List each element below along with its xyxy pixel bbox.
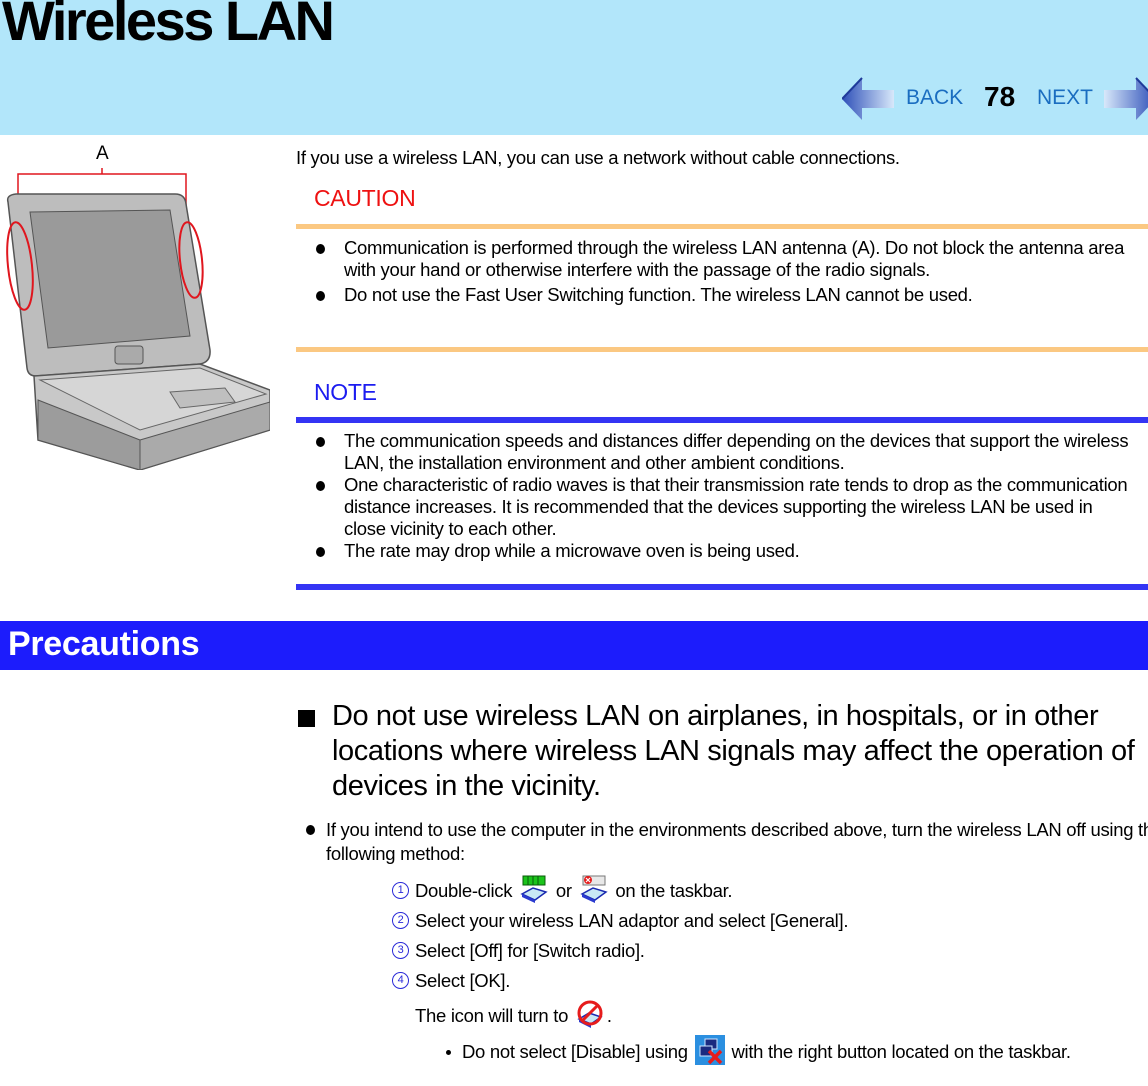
bullet-icon (306, 825, 315, 835)
precautions-section-header: Precautions (0, 621, 1148, 670)
wireless-off-icon (577, 1000, 603, 1029)
step-item: 4 Select [OK]. (392, 966, 1132, 996)
note-item: The rate may drop while a microwave oven… (314, 540, 1134, 562)
page-header: Wireless LAN BACK 78 NEXT (0, 0, 1148, 135)
caution-title: CAUTION (314, 185, 416, 211)
back-link[interactable]: BACK (906, 86, 963, 110)
steps-list: 1 Double-click or on the taskbar. 2 Sele… (392, 875, 1132, 996)
square-bullet-icon (298, 710, 315, 727)
intro-text: If you use a wireless LAN, you can use a… (296, 147, 900, 168)
caution-item: Communication is performed through the w… (314, 237, 1134, 281)
note-list: The communication speeds and distances d… (314, 430, 1134, 562)
left-arrow-icon[interactable] (842, 76, 894, 122)
step-item: 3 Select [Off] for [Switch radio]. (392, 936, 1132, 966)
note-top-rule (296, 417, 1148, 423)
step-number-icon: 4 (392, 972, 409, 989)
right-arrow-icon[interactable] (1104, 76, 1148, 122)
step-number-icon: 3 (392, 942, 409, 959)
note-title: NOTE (314, 379, 377, 405)
step-number-icon: 1 (392, 882, 409, 899)
note-bottom-rule (296, 584, 1148, 590)
bullet-icon (316, 244, 325, 254)
bullet-icon (316, 437, 325, 447)
bullet-icon (316, 291, 325, 301)
next-link[interactable]: NEXT (1037, 86, 1093, 110)
bullet-icon (316, 547, 325, 557)
page-navigation: BACK 78 NEXT (828, 72, 1148, 126)
step-number-icon: 2 (392, 912, 409, 929)
step-item: 2 Select your wireless LAN adaptor and s… (392, 906, 1132, 936)
laptop-illustration (6, 168, 270, 470)
small-bullet-icon (446, 1050, 451, 1055)
caution-list: Communication is performed through the w… (314, 237, 1134, 306)
caution-bottom-rule (296, 347, 1148, 352)
precautions-warning: Do not use wireless LAN on airplanes, in… (296, 699, 1148, 804)
network-disabled-icon (694, 1035, 725, 1066)
page-title: Wireless LAN (2, 0, 335, 52)
caution-item: Do not use the Fast User Switching funct… (314, 284, 1134, 306)
caution-top-rule (296, 224, 1148, 229)
precautions-instruction: If you intend to use the computer in the… (304, 818, 1148, 866)
step-item: 1 Double-click or on the taskbar. (392, 875, 1132, 906)
note-item: One characteristic of radio waves is tha… (314, 474, 1134, 540)
wireless-connected-tray-icon (520, 875, 548, 904)
bullet-icon (316, 481, 325, 491)
precautions-title: Precautions (8, 625, 200, 663)
sub-note: Do not select [Disable] using with the r… (440, 1035, 1142, 1066)
wireless-disconnected-tray-icon (579, 875, 608, 904)
page-number: 78 (984, 81, 1016, 112)
result-text: The icon will turn to . (415, 1000, 612, 1031)
note-item: The communication speeds and distances d… (314, 430, 1134, 474)
